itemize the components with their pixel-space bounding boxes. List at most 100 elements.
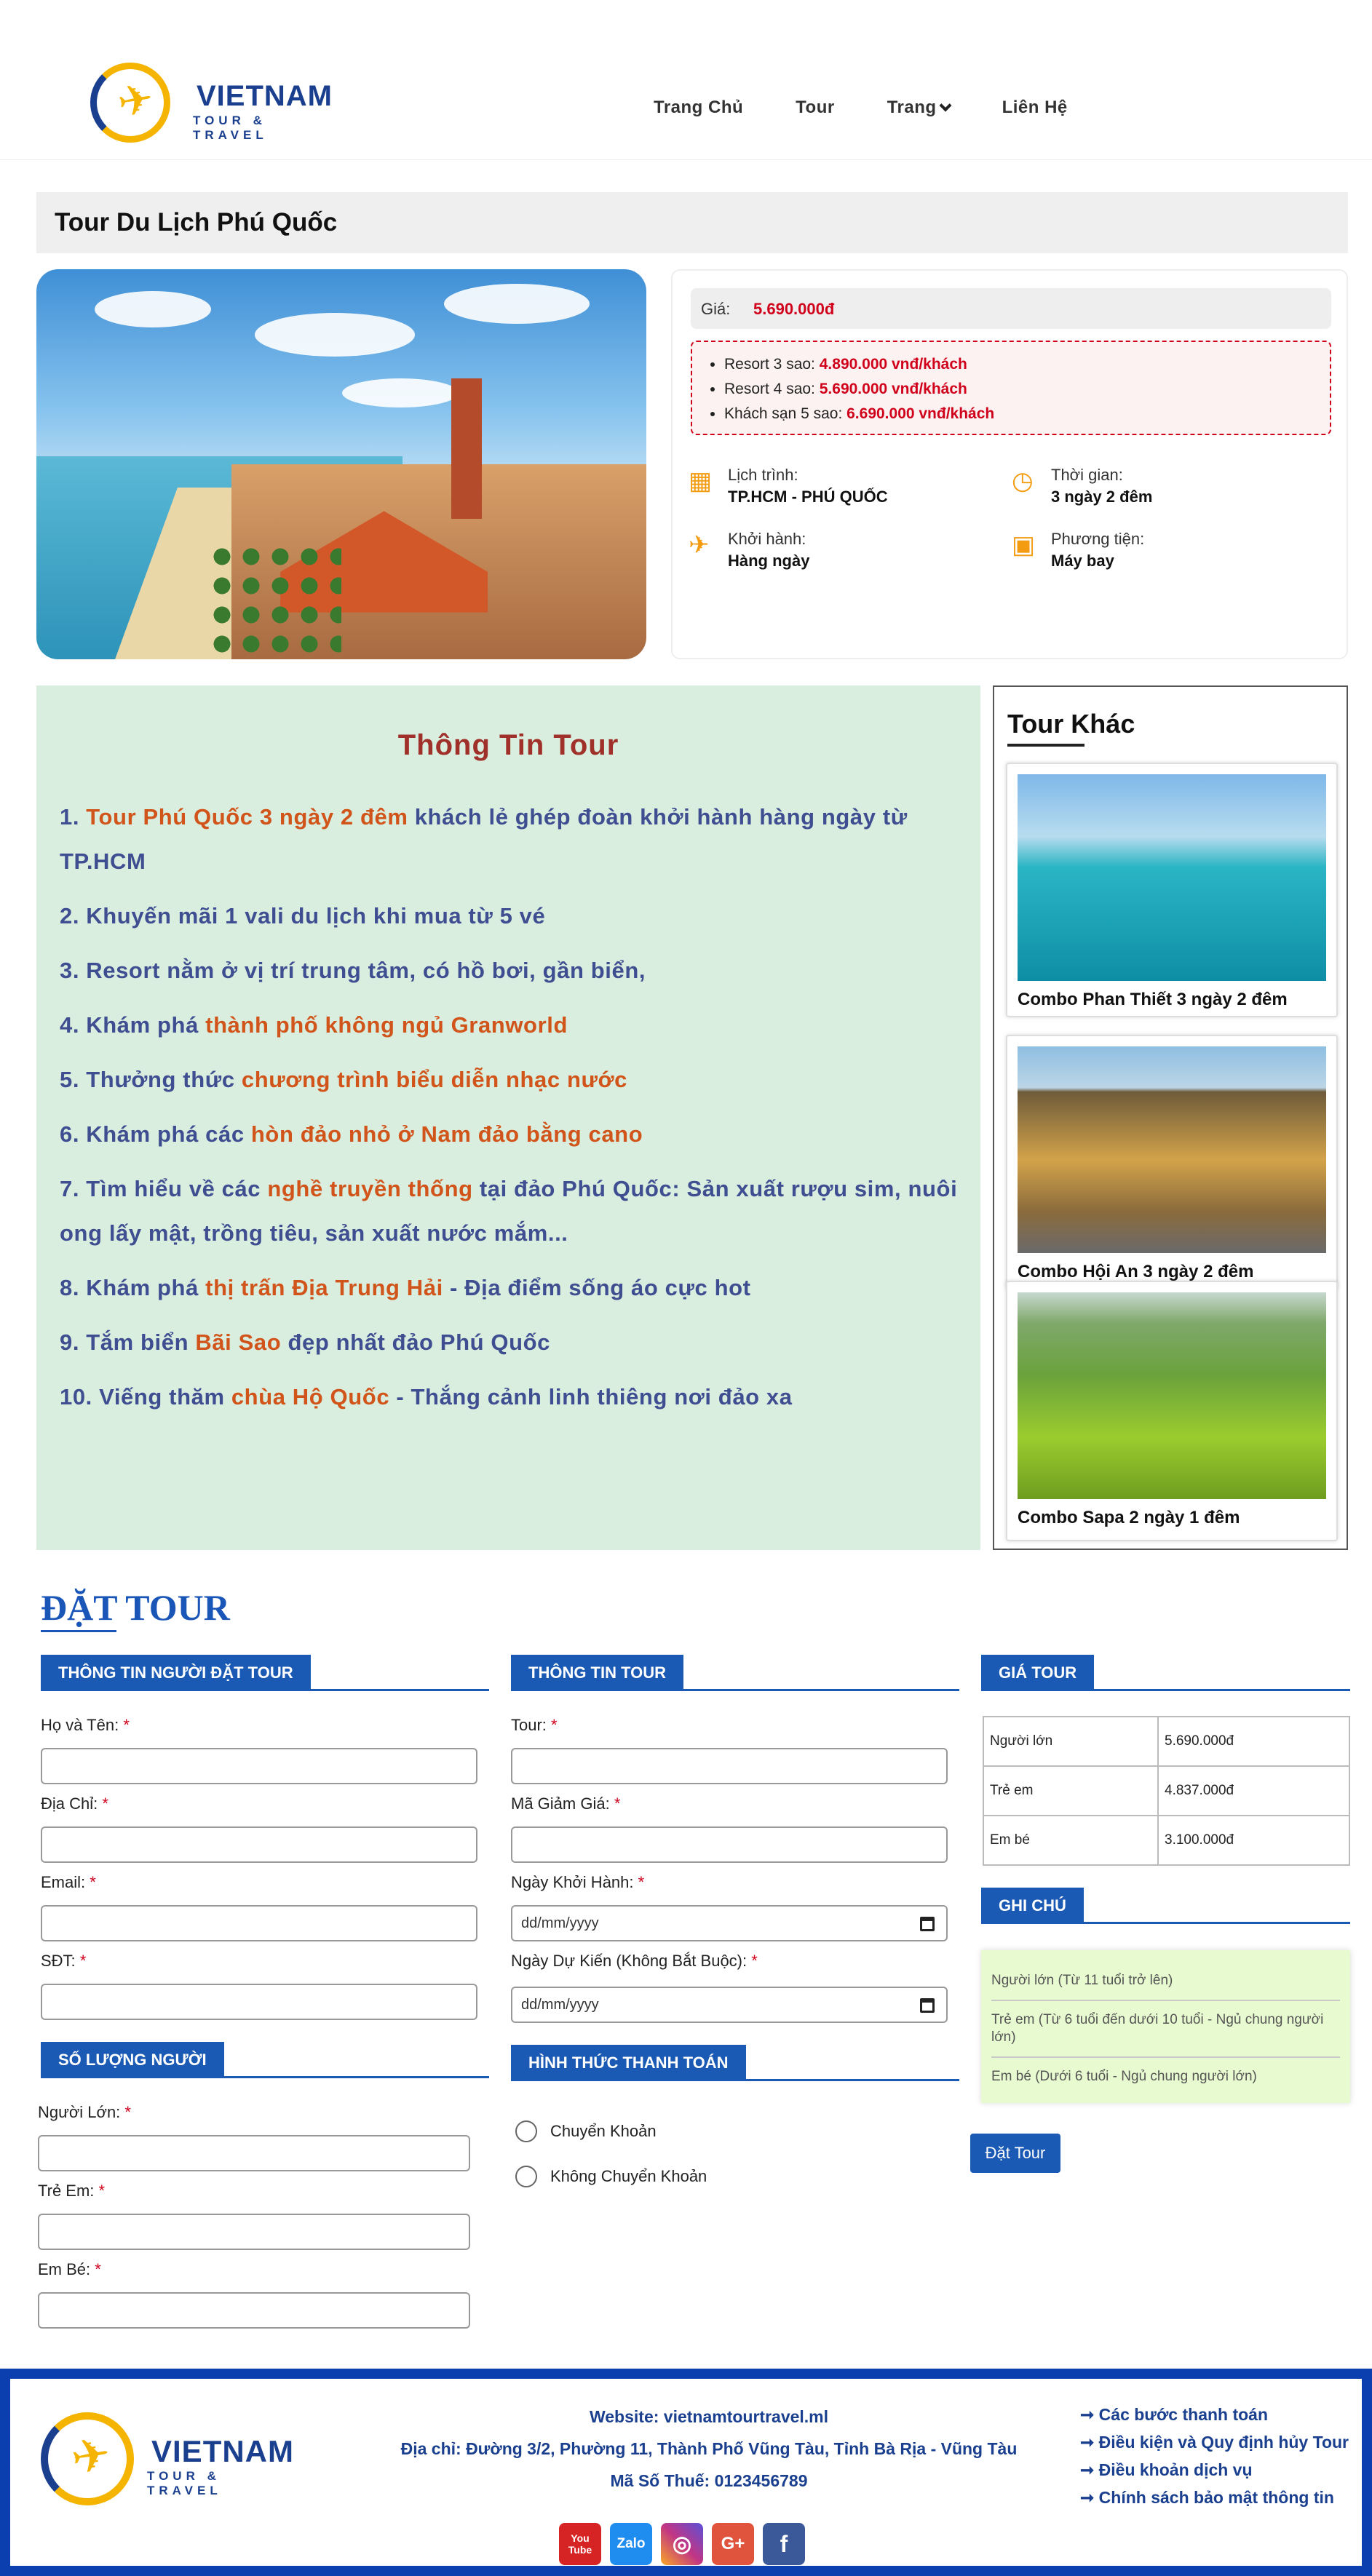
tour-details-panel: Thông Tin Tour 1. Tour Phú Quốc 3 ngày 2… [36,685,980,1550]
tour-card-image[interactable] [1018,774,1326,981]
option-label: Khách sạn 5 sao: [724,405,843,422]
meta-value: 3 ngày 2 đêm [1051,488,1153,506]
hero-trees [207,542,341,659]
price-row-value: 4.837.000đ [1157,1765,1350,1816]
tour-detail-item: 7. Tìm hiểu về các nghề truyền thống tại… [60,1166,969,1255]
hero-cloud [95,291,211,327]
table-row: Người lớn 5.690.000đ [983,1716,1350,1767]
book-tour-button[interactable]: Đặt Tour [970,2134,1060,2173]
label-text: Trẻ Em: [38,2182,95,2200]
footer-website[interactable]: Website: vietnamtourtravel.ml [345,2401,1073,2433]
tour-details-list: 1. Tour Phú Quốc 3 ngày 2 đêm khách lẻ g… [60,795,969,1429]
option-price: 6.690.000 vnđ/khách [846,405,995,422]
adult-count-input[interactable] [38,2135,470,2171]
detail-highlight: thành phố không ngủ Granworld [205,1012,568,1038]
footer-link-privacy[interactable]: ➞ Chính sách bảo mật thông tin [1080,2484,1364,2511]
quantity-section-header: SỐ LƯỢNG NGƯỜI [41,2042,489,2078]
meta-value: TP.HCM - PHÚ QUỐC [728,488,888,506]
hero-cloud [342,378,459,408]
plane-icon: ✈ [689,531,710,559]
other-tours-title: Tour Khác [1007,709,1135,739]
detail-text: 1. [60,804,87,830]
payment-transfer-radio[interactable]: Chuyển Khoản [515,2120,657,2142]
start-date-label: Ngày Khởi Hành: * [511,1873,644,1892]
email-label: Email: * [41,1873,96,1892]
required-mark: * [102,1794,108,1813]
tour-card-hoi-an[interactable]: Combo Hội An 3 ngày 2 đêm [1006,1035,1338,1289]
hero-tower [451,378,482,520]
tour-input[interactable] [511,1748,948,1784]
option-price: 5.690.000 vnđ/khách [819,381,967,397]
payment-no-transfer-radio[interactable]: Không Chuyển Khoản [515,2166,707,2187]
price-row-label: Người lớn [983,1716,1159,1767]
detail-text: 6. Khám phá các [60,1121,251,1147]
calendar-icon: ▦ [689,467,713,495]
nav-tour[interactable]: Tour [796,98,835,118]
nav-pages[interactable]: Trang [887,98,952,118]
detail-highlight: chương trình biểu diễn nhạc nước [241,1067,628,1092]
note-item: Người lớn (Từ 11 tuổi trở lên) [991,1962,1340,2001]
footer-link-cancellation[interactable]: ➞ Điều kiện và Quy định hủy Tour [1080,2428,1364,2456]
google-plus-icon[interactable]: G+ [712,2523,754,2565]
detail-text: 5. Thưởng thức [60,1067,242,1092]
required-mark: * [751,1952,758,1970]
site-logo[interactable]: ✈ VIETNAM TOUR & TRAVEL [87,60,335,147]
radio-circle[interactable] [515,2166,537,2187]
required-mark: * [551,1716,558,1734]
tour-card-image[interactable] [1018,1046,1326,1253]
tour-detail-item: 1. Tour Phú Quốc 3 ngày 2 đêm khách lẻ g… [60,795,969,883]
instagram-icon[interactable]: ◎ [661,2523,703,2565]
tour-card-phan-thiet[interactable]: Combo Phan Thiết 3 ngày 2 đêm [1006,763,1338,1017]
detail-highlight: hòn đảo nhỏ ở Nam đảo bằng cano [250,1121,643,1147]
tour-card-caption[interactable]: Combo Sapa 2 ngày 1 đêm [1018,1508,1240,1528]
section-heading: THÔNG TIN NGƯỜI ĐẶT TOUR [41,1655,311,1691]
tour-card-sapa[interactable]: Combo Sapa 2 ngày 1 đêm [1006,1281,1338,1541]
price-row-label: Em bé [983,1815,1159,1866]
nav-contact[interactable]: Liên Hệ [1002,98,1068,118]
footer-contact: Website: vietnamtourtravel.ml Địa chỉ: Đ… [345,2401,1073,2497]
start-date-input[interactable]: dd/mm/yyyy [511,1905,948,1941]
tour-detail-item: 3. Resort nằm ở vị trí trung tâm, có hồ … [60,948,969,993]
option-label: Resort 4 sao: [724,381,815,397]
detail-text: 8. Khám phá [60,1275,206,1300]
radio-label[interactable]: Không Chuyển Khoản [550,2167,707,2186]
tour-detail-item: 4. Khám phá thành phố không ngủ Granworl… [60,1003,969,1047]
booking-title-underline [41,1630,116,1632]
site-header: ✈ VIETNAM TOUR & TRAVEL Trang Chủ Tour T… [0,0,1372,160]
expected-date-input[interactable]: dd/mm/yyyy [511,1987,948,2023]
clock-icon: ◷ [1012,467,1034,495]
calendar-icon[interactable] [920,1917,935,1931]
email-field[interactable] [41,1905,477,1941]
baby-count-input[interactable] [38,2292,470,2329]
option-item: Resort 4 sao: 5.690.000 vnđ/khách [724,377,1315,402]
logo-tagline: TOUR & TRAVEL [193,114,268,142]
tour-detail-item: 10. Viếng thăm chùa Hộ Quốc - Thắng cảnh… [60,1375,969,1419]
detail-text: 9. Tắm biển [60,1329,196,1355]
tour-label: Tour: * [511,1716,558,1735]
phone-input[interactable] [41,1984,477,2020]
price-section-header: GIÁ TOUR [981,1655,1350,1691]
address-input[interactable] [41,1826,477,1863]
footer-policy-links: ➞ Các bước thanh toán ➞ Điều kiện và Quy… [1080,2401,1364,2511]
radio-circle[interactable] [515,2120,537,2142]
tour-card-image[interactable] [1018,1292,1326,1499]
calendar-icon[interactable] [920,1998,935,2013]
detail-highlight: nghề truyền thống [267,1176,473,1201]
hero-cloud [444,284,590,324]
footer-link-payment-steps[interactable]: ➞ Các bước thanh toán [1080,2401,1364,2428]
youtube-icon[interactable]: You Tube [559,2523,601,2565]
facebook-icon[interactable]: f [763,2523,805,2565]
footer-logo[interactable]: ✈ VIETNAM TOUR & TRAVEL [36,2408,298,2510]
accommodation-options: Resort 3 sao: 4.890.000 vnđ/khách Resort… [691,341,1331,435]
name-input[interactable] [41,1748,477,1784]
footer-link-terms[interactable]: ➞ Điều khoản dịch vụ [1080,2456,1364,2484]
discount-code-input[interactable] [511,1826,948,1863]
nav-home[interactable]: Trang Chủ [654,98,743,118]
radio-label[interactable]: Chuyển Khoản [550,2122,657,2141]
zalo-icon[interactable]: Zalo [610,2523,652,2565]
tour-card-caption[interactable]: Combo Phan Thiết 3 ngày 2 đêm [1018,990,1288,1010]
section-heading: GIÁ TOUR [981,1655,1095,1691]
child-count-input[interactable] [38,2214,470,2250]
social-links: You Tube Zalo ◎ G+ f [559,2523,805,2565]
tour-card-caption[interactable]: Combo Hội An 3 ngày 2 đêm [1018,1262,1253,1282]
